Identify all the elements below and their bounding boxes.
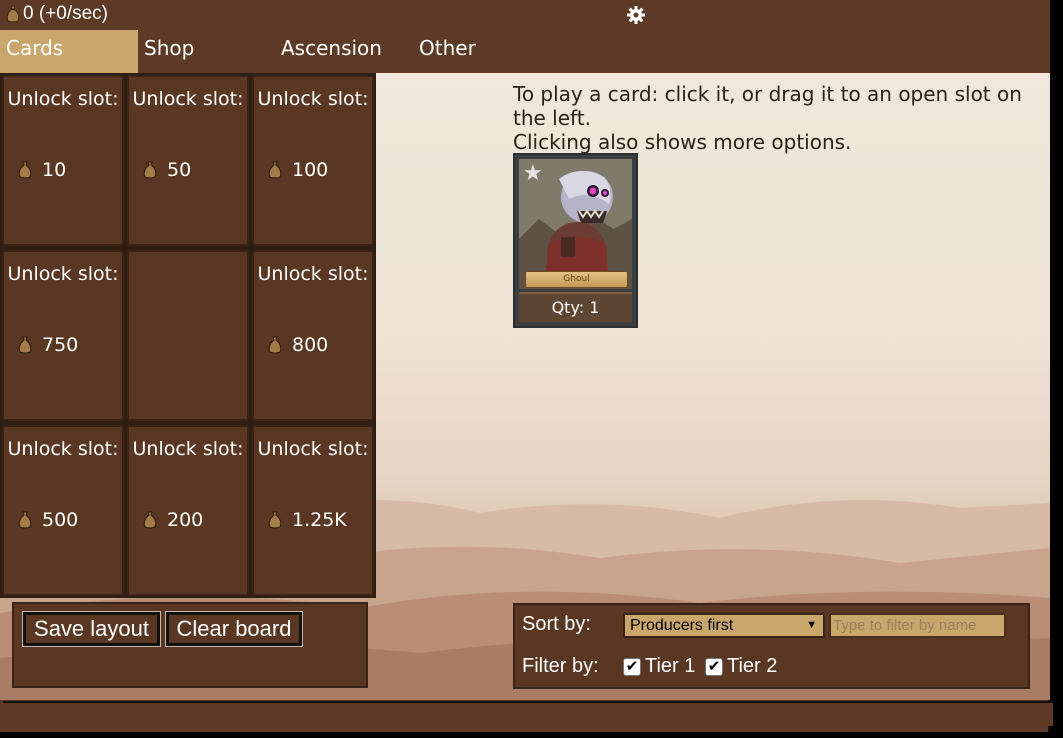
slot-cost: 800 xyxy=(268,334,328,356)
board-slot[interactable]: Unlock slot: 50 xyxy=(127,75,249,246)
card-board: Unlock slot: 10 Unlock slot: 50 Unlock s… xyxy=(0,73,376,598)
gold-bag-icon xyxy=(18,511,32,529)
instructions-line-2: Clicking also shows more options. xyxy=(513,130,852,154)
tier-2-label: Tier 2 xyxy=(727,655,778,677)
slot-cost: 750 xyxy=(18,334,78,356)
top-bar: 0 (+0/sec) xyxy=(0,0,1050,30)
footer-bar xyxy=(3,701,1053,726)
board-controls-panel: Save layout Clear board xyxy=(12,602,368,688)
tab-cards[interactable]: Cards xyxy=(0,30,138,73)
gold-counter: 0 (+0/sec) xyxy=(6,3,108,25)
card-name: Ghoul xyxy=(525,271,628,288)
slot-cost: 200 xyxy=(143,509,203,531)
sort-select[interactable]: Producers first ▼ xyxy=(623,613,825,638)
gold-bag-icon xyxy=(268,511,282,529)
gold-bag-icon xyxy=(18,161,32,179)
slot-label: Unlock slot: xyxy=(132,438,244,460)
slot-cost-value: 1.25K xyxy=(292,509,347,531)
gold-bag-icon xyxy=(6,5,20,23)
slot-label: Unlock slot: xyxy=(7,438,119,460)
chevron-down-icon: ▼ xyxy=(806,619,817,631)
board-slot[interactable]: Unlock slot: 750 xyxy=(2,250,124,421)
sort-label: Sort by: xyxy=(522,613,591,635)
gold-bag-icon xyxy=(18,336,32,354)
slot-cost: 50 xyxy=(143,159,191,181)
slot-cost-value: 100 xyxy=(292,159,329,181)
slot-label: Unlock slot: xyxy=(7,88,119,110)
slot-cost-value: 800 xyxy=(292,334,329,356)
board-slot[interactable]: Unlock slot: 800 xyxy=(252,250,374,421)
board-slot[interactable]: Unlock slot: 100 xyxy=(252,75,374,246)
slot-cost-value: 50 xyxy=(167,159,192,181)
gold-bag-icon xyxy=(268,336,282,354)
tab-other[interactable]: Other xyxy=(413,30,513,73)
checkbox-checked-icon: ✔ xyxy=(623,657,641,676)
save-layout-button[interactable]: Save layout xyxy=(22,611,161,647)
slot-cost-value: 200 xyxy=(167,509,204,531)
board-slot[interactable]: Unlock slot: 500 xyxy=(2,425,124,596)
star-icon: ★ xyxy=(523,161,543,186)
clear-board-button[interactable]: Clear board xyxy=(165,611,303,647)
board-slot[interactable]: Unlock slot: 200 xyxy=(127,425,249,596)
sort-selected-value: Producers first xyxy=(630,617,734,634)
card-ghoul[interactable]: ★ Ghoul Qty: 1 xyxy=(513,153,638,328)
tier-1-checkbox[interactable]: ✔ Tier 1 xyxy=(623,655,695,678)
slot-cost: 1.25K xyxy=(268,509,347,531)
gold-bag-icon xyxy=(268,161,282,179)
board-slot[interactable]: Unlock slot: 10 xyxy=(2,75,124,246)
tab-ascension[interactable]: Ascension xyxy=(275,30,405,73)
instructions-line-1: To play a card: click it, or drag it to … xyxy=(513,82,1022,130)
name-filter-input[interactable] xyxy=(829,613,1006,638)
tier-1-label: Tier 1 xyxy=(645,655,696,677)
sort-filter-panel: Sort by: Producers first ▼ Filter by: ✔ … xyxy=(513,603,1030,689)
slot-cost-value: 10 xyxy=(42,159,67,181)
checkbox-checked-icon: ✔ xyxy=(705,657,723,676)
tier-2-checkbox[interactable]: ✔ Tier 2 xyxy=(705,655,777,678)
card-quantity: Qty: 1 xyxy=(519,292,632,322)
slot-label: Unlock slot: xyxy=(257,88,369,110)
gear-icon[interactable] xyxy=(626,5,646,25)
slot-label: Unlock slot: xyxy=(7,263,119,285)
instructions: To play a card: click it, or drag it to … xyxy=(513,82,1053,154)
board-slot-open[interactable] xyxy=(127,250,249,421)
tab-bar: Cards Shop Ascension Other xyxy=(0,30,1050,73)
slot-cost-value: 750 xyxy=(42,334,79,356)
filter-label: Filter by: xyxy=(522,655,599,677)
gold-amount: 0 (+0/sec) xyxy=(23,3,109,24)
slot-cost-value: 500 xyxy=(42,509,79,531)
slot-cost: 10 xyxy=(18,159,66,181)
board-slot[interactable]: Unlock slot: 1.25K xyxy=(252,425,374,596)
slot-cost: 100 xyxy=(268,159,328,181)
gold-bag-icon xyxy=(143,511,157,529)
gold-bag-icon xyxy=(143,161,157,179)
tab-shop[interactable]: Shop xyxy=(138,30,268,73)
slot-cost: 500 xyxy=(18,509,78,531)
slot-label: Unlock slot: xyxy=(132,88,244,110)
slot-label: Unlock slot: xyxy=(257,263,369,285)
slot-label: Unlock slot: xyxy=(257,438,369,460)
